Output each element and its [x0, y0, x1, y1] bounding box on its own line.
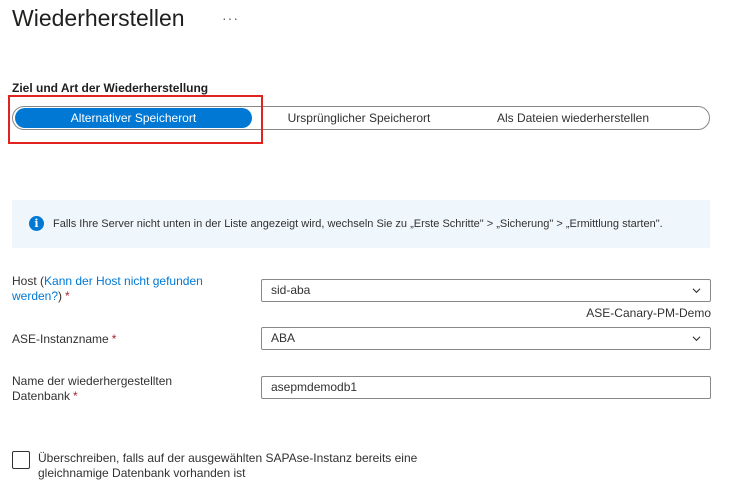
instance-dropdown[interactable]: ABA: [261, 327, 711, 350]
host-label-prefix: Host (: [12, 274, 45, 288]
instance-label-text: ASE-Instanzname: [12, 332, 109, 346]
host-subtext: ASE-Canary-PM-Demo: [586, 306, 711, 320]
chevron-down-icon: [692, 336, 701, 342]
required-marker: *: [73, 389, 78, 403]
more-options-button[interactable]: ···: [222, 10, 239, 26]
database-name-input[interactable]: asepmdemodb1: [261, 376, 711, 399]
restore-type-label: Ziel und Art der Wiederherstellung: [12, 81, 209, 95]
page-title: Wiederherstellen: [12, 5, 185, 31]
option-restore-as-files[interactable]: Als Dateien wiederherstellen: [473, 108, 673, 128]
instance-label: ASE-Instanzname *: [12, 332, 116, 347]
option-alternative-location[interactable]: Alternativer Speicherort: [15, 108, 252, 128]
required-marker: *: [111, 332, 117, 346]
info-banner: i Falls Ihre Server nicht unten in der L…: [12, 200, 710, 248]
required-marker: *: [65, 289, 70, 303]
info-icon: i: [29, 216, 44, 231]
overwrite-label: Überschreiben, falls auf der ausgewählte…: [38, 451, 418, 480]
host-dropdown[interactable]: sid-aba: [261, 279, 711, 302]
database-label-text: Name der wiederhergestellten Datenbank: [12, 374, 173, 403]
info-text: Falls Ihre Server nicht unten in der Lis…: [53, 218, 663, 230]
overwrite-checkbox[interactable]: [12, 451, 30, 469]
host-value: sid-aba: [271, 283, 311, 297]
database-label: Name der wiederhergestellten Datenbank *: [12, 374, 212, 404]
restore-type-selector: Alternativer Speicherort Ursprünglicher …: [12, 106, 710, 130]
option-original-location[interactable]: Ursprünglicher Speicherort: [259, 108, 459, 128]
chevron-down-icon: [692, 288, 701, 294]
instance-value: ABA: [271, 331, 296, 345]
host-label: Host (Kann der Host nicht gefunden werde…: [12, 274, 242, 304]
host-label-suffix: ): [58, 289, 63, 303]
